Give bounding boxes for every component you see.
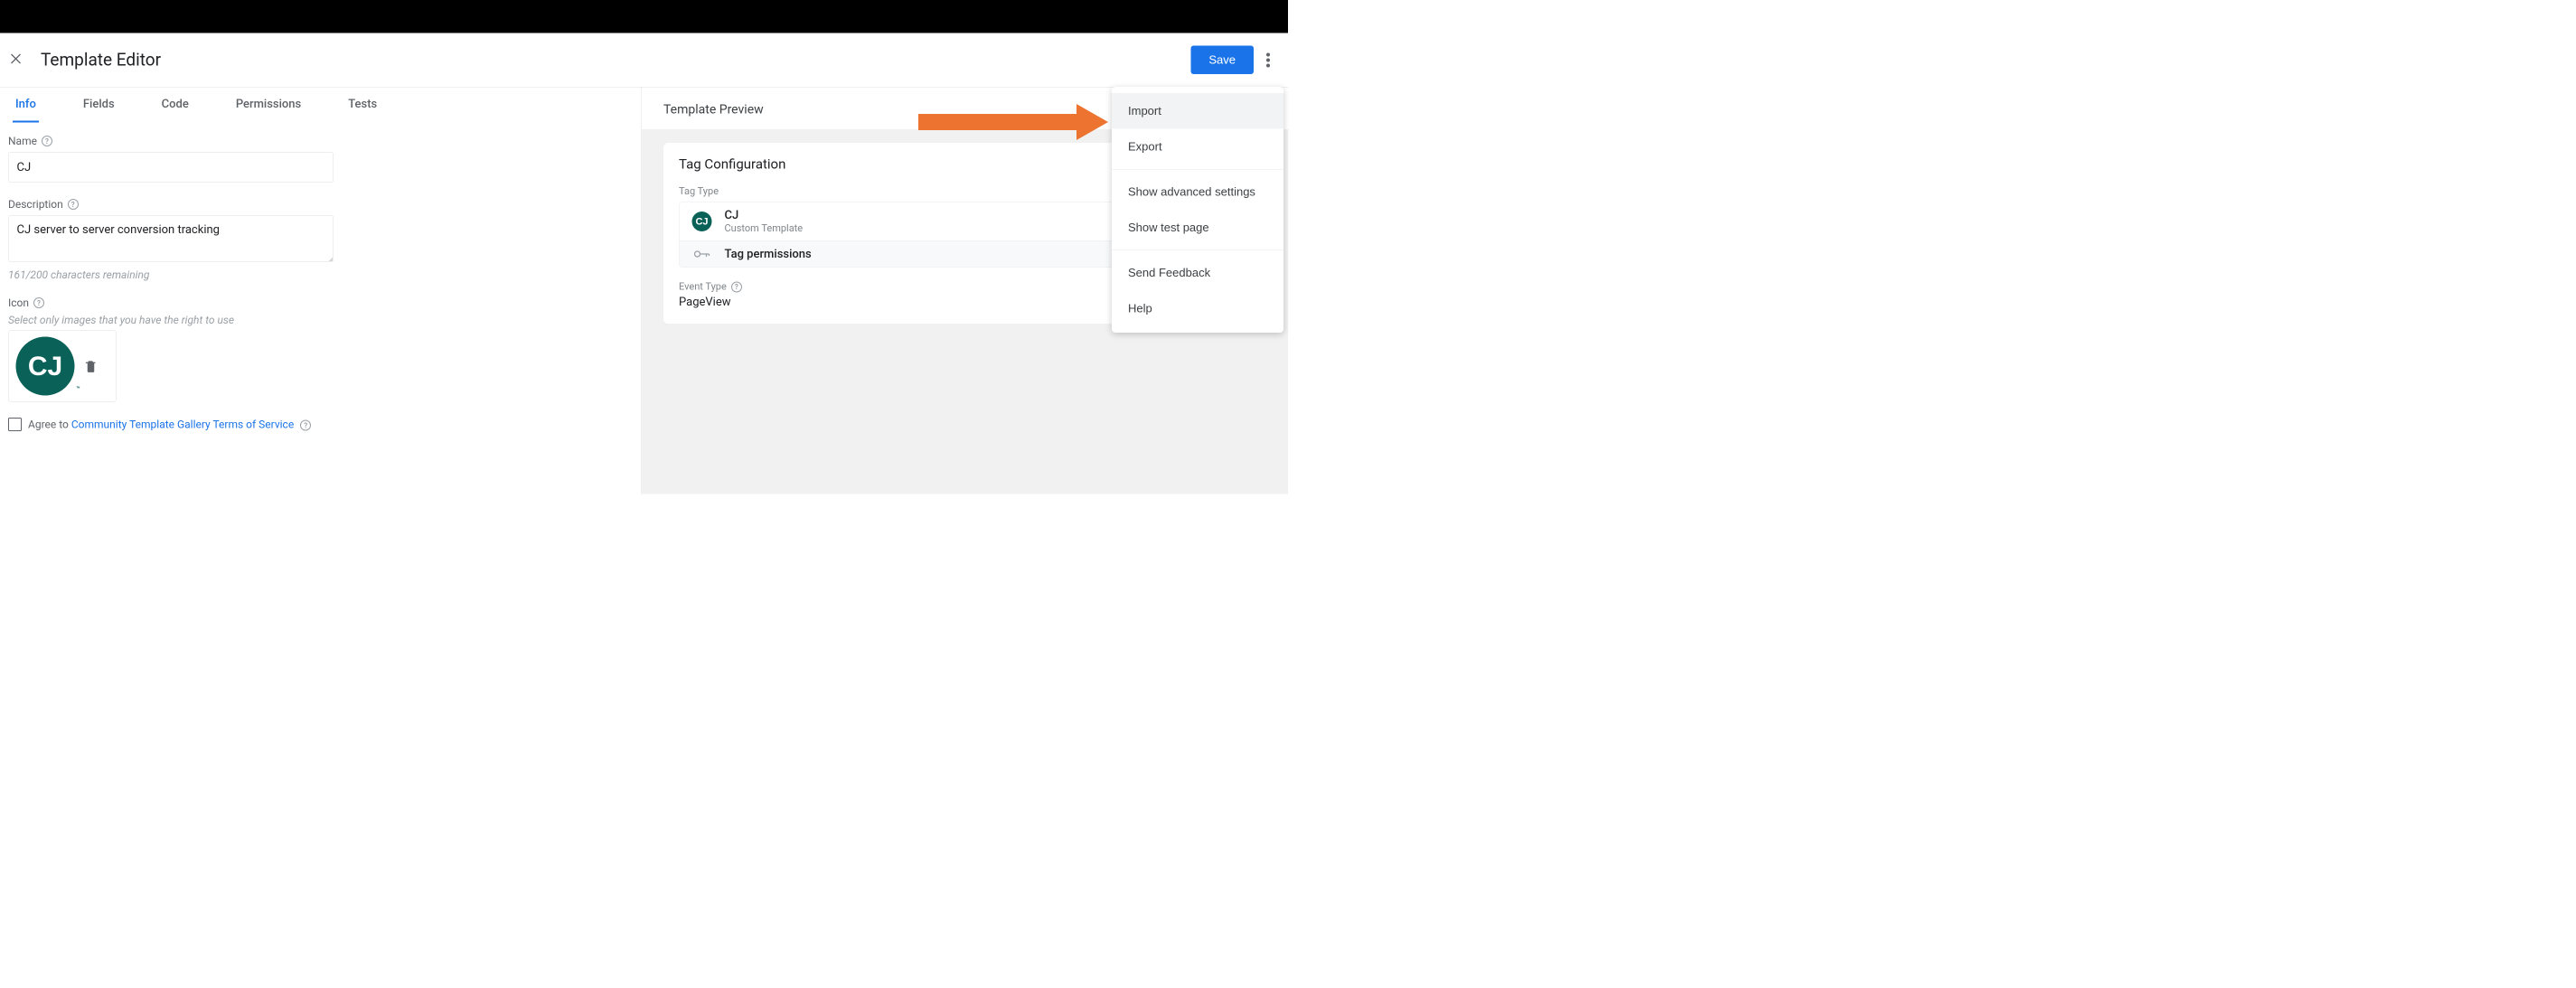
description-label: Description [8, 198, 63, 211]
menu-divider [1112, 169, 1283, 170]
close-icon [9, 52, 23, 65]
terms-link[interactable]: Community Template Gallery Terms of Serv… [71, 418, 294, 430]
description-helper: 161/200 characters remaining [8, 268, 634, 281]
menu-item-feedback[interactable]: Send Feedback [1112, 255, 1283, 291]
editor-header: Template Editor Save Import Export Show … [0, 33, 1288, 88]
close-button[interactable] [9, 52, 23, 68]
menu-item-import[interactable]: Import [1112, 93, 1283, 129]
name-input[interactable] [8, 152, 334, 183]
agree-checkbox[interactable] [8, 418, 22, 431]
permissions-label: Tag permissions [725, 248, 812, 261]
more-menu-dropdown: Import Export Show advanced settings Sho… [1112, 87, 1283, 333]
key-icon [692, 249, 712, 259]
menu-item-help[interactable]: Help [1112, 291, 1283, 327]
icon-preview-box: CJ ™ [8, 330, 117, 402]
menu-item-export[interactable]: Export [1112, 129, 1283, 165]
logo-trademark: ™ [76, 386, 80, 393]
tab-info[interactable]: Info [13, 88, 39, 123]
name-label: Name [8, 135, 37, 147]
icon-section: Icon ? Select only images that you have … [8, 296, 634, 402]
template-icon-small: CJ [692, 212, 712, 231]
name-section: Name ? [8, 135, 634, 183]
menu-item-advanced-settings[interactable]: Show advanced settings [1112, 174, 1283, 211]
template-name: CJ [725, 209, 804, 222]
agree-prefix: Agree to [28, 418, 71, 430]
delete-icon-button[interactable] [82, 357, 100, 375]
tab-tests[interactable]: Tests [345, 88, 380, 123]
description-section: Description ? CJ server to server conver… [8, 198, 634, 281]
help-icon[interactable]: ? [68, 199, 79, 210]
template-subtitle: Custom Template [725, 223, 804, 235]
tabs-row: Info Fields Code Permissions Tests [0, 88, 642, 124]
page-title: Template Editor [41, 50, 161, 70]
save-button[interactable]: Save [1190, 46, 1254, 75]
logo-initials: CJ [28, 353, 62, 380]
agree-row: Agree to Community Template Gallery Term… [8, 418, 634, 431]
tab-code[interactable]: Code [159, 88, 192, 123]
description-textarea[interactable]: CJ server to server conversion tracking [8, 215, 334, 262]
icon-label: Icon [8, 296, 29, 309]
more-vert-icon [1266, 52, 1270, 67]
left-panel: Info Fields Code Permissions Tests Name … [0, 88, 642, 494]
help-icon[interactable]: ? [300, 420, 311, 431]
menu-divider [1112, 250, 1283, 251]
icon-helper: Select only images that you have the rig… [8, 314, 634, 326]
top-black-bar [0, 0, 1288, 33]
help-icon[interactable]: ? [33, 297, 44, 308]
more-menu-button[interactable] [1257, 49, 1279, 71]
event-type-label: Event Type [679, 281, 727, 293]
help-icon[interactable]: ? [731, 281, 742, 292]
template-icon: CJ ™ [16, 337, 75, 396]
help-icon[interactable]: ? [42, 136, 52, 146]
menu-item-test-page[interactable]: Show test page [1112, 210, 1283, 246]
tab-fields[interactable]: Fields [80, 88, 118, 123]
tab-permissions[interactable]: Permissions [233, 88, 304, 123]
trash-icon [84, 359, 98, 374]
